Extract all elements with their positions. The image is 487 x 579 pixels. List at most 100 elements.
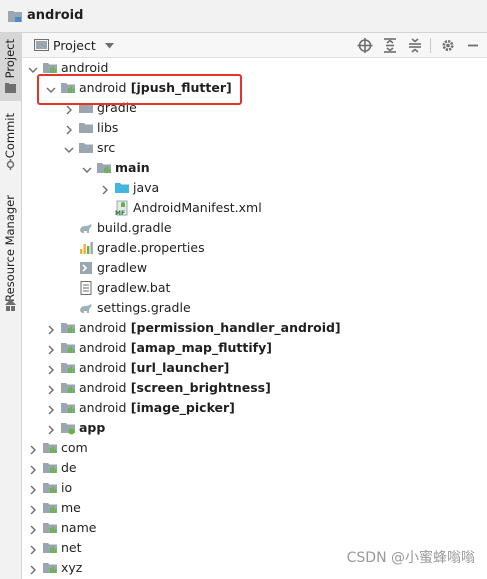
tree-row[interactable]: com bbox=[22, 438, 487, 458]
tree-row[interactable]: name bbox=[22, 518, 487, 538]
chevron-right-icon[interactable] bbox=[64, 123, 74, 135]
tree-row[interactable]: android bbox=[22, 58, 487, 78]
tab-project[interactable]: Project bbox=[0, 33, 21, 101]
chevron-right-icon[interactable] bbox=[46, 343, 56, 355]
tree-item-name: android bbox=[79, 400, 127, 415]
tree-row[interactable]: android [jpush_flutter] bbox=[22, 78, 487, 98]
tree-row[interactable]: io bbox=[22, 478, 487, 498]
tree-row[interactable]: gradle.properties bbox=[22, 238, 487, 258]
tab-commit-label: Commit bbox=[3, 113, 17, 159]
tree-row[interactable]: main bbox=[22, 158, 487, 178]
tree-item-label: build.gradle bbox=[97, 220, 172, 235]
commit-icon bbox=[6, 159, 15, 170]
tree-item-label: libs bbox=[97, 120, 118, 135]
chevron-right-icon[interactable] bbox=[46, 423, 56, 435]
tree-row[interactable]: build.gradle bbox=[22, 218, 487, 238]
project-toolbar: Project bbox=[22, 33, 487, 58]
tab-commit[interactable]: Commit bbox=[0, 111, 21, 173]
tree-item-label: gradle.properties bbox=[97, 240, 205, 255]
tree-row[interactable]: app bbox=[22, 418, 487, 438]
select-opened-file-icon[interactable] bbox=[356, 37, 374, 54]
chevron-right-icon[interactable] bbox=[28, 543, 38, 555]
tree-row[interactable]: src bbox=[22, 138, 487, 158]
tab-resource-manager[interactable]: Resource Manager bbox=[0, 193, 21, 315]
chevron-right-icon[interactable] bbox=[28, 503, 38, 515]
window-title: android bbox=[27, 8, 84, 23]
tree-item-module-suffix: [image_picker] bbox=[126, 400, 235, 415]
module-folder-icon bbox=[60, 320, 76, 336]
chevron-right-icon[interactable] bbox=[46, 363, 56, 375]
tree-item-label: me bbox=[61, 500, 81, 515]
module-folder-icon bbox=[42, 460, 58, 476]
tree-row[interactable]: android [image_picker] bbox=[22, 398, 487, 418]
module-folder-icon bbox=[42, 560, 58, 576]
tree-item-label: android bbox=[61, 60, 108, 75]
tree-item-name: io bbox=[61, 480, 73, 495]
module-folder-icon bbox=[60, 380, 76, 396]
chevron-right-icon[interactable] bbox=[100, 183, 110, 195]
chevron-right-icon[interactable] bbox=[28, 523, 38, 535]
chevron-down-icon[interactable] bbox=[82, 163, 92, 173]
tree-item-label: com bbox=[61, 440, 88, 455]
chevron-right-icon[interactable] bbox=[64, 103, 74, 115]
tree-item-label: settings.gradle bbox=[97, 300, 191, 315]
tree-item-module-suffix: [screen_brightness] bbox=[126, 380, 271, 395]
tree-item-name: com bbox=[61, 440, 88, 455]
chevron-right-icon[interactable] bbox=[46, 403, 56, 415]
script-file-icon bbox=[78, 260, 94, 276]
tree-item-label: gradle bbox=[97, 100, 137, 115]
chevron-down-icon[interactable] bbox=[105, 43, 114, 49]
tree-row[interactable]: gradlew bbox=[22, 258, 487, 278]
module-folder-icon bbox=[60, 80, 76, 96]
resource-manager-icon bbox=[5, 299, 16, 311]
tree-row[interactable]: android [amap_map_fluttify] bbox=[22, 338, 487, 358]
expand-all-icon[interactable] bbox=[381, 37, 399, 54]
tree-item-label: AndroidManifest.xml bbox=[133, 200, 262, 215]
chevron-right-icon[interactable] bbox=[28, 483, 38, 495]
manifest-file-icon: MF bbox=[114, 200, 130, 217]
tree-item-label: gradlew bbox=[97, 260, 147, 275]
tree-item-name: android bbox=[79, 360, 127, 375]
tree-item-label: main bbox=[115, 160, 150, 175]
module-folder-icon bbox=[60, 340, 76, 356]
tree-row[interactable]: java bbox=[22, 178, 487, 198]
chevron-right-icon[interactable] bbox=[28, 463, 38, 475]
folder-icon bbox=[78, 100, 94, 116]
chevron-right-icon[interactable] bbox=[46, 383, 56, 395]
chevron-right-icon[interactable] bbox=[46, 323, 56, 335]
tree-item-module-suffix: [permission_handler_android] bbox=[126, 320, 341, 335]
gradle-file-icon bbox=[78, 220, 94, 236]
chevron-right-icon[interactable] bbox=[28, 563, 38, 575]
toolbar-separator bbox=[430, 38, 431, 53]
chevron-down-icon[interactable] bbox=[28, 63, 38, 73]
project-view-selector[interactable]: Project bbox=[53, 38, 96, 53]
folder-icon bbox=[78, 120, 94, 136]
hide-panel-icon[interactable] bbox=[464, 37, 482, 54]
tab-resource-manager-label: Resource Manager bbox=[3, 195, 17, 302]
watermark: CSDN @小蜜蜂嗡嗡 bbox=[346, 550, 475, 566]
tree-row[interactable]: settings.gradle bbox=[22, 298, 487, 318]
chevron-down-icon[interactable] bbox=[64, 143, 74, 153]
tree-row[interactable]: gradle bbox=[22, 98, 487, 118]
tree-item-name: android bbox=[79, 380, 127, 395]
app-module-icon bbox=[60, 420, 76, 436]
tree-row[interactable]: gradlew.bat bbox=[22, 278, 487, 298]
module-folder-icon bbox=[96, 160, 112, 176]
source-folder-icon bbox=[114, 180, 130, 196]
collapse-all-icon[interactable] bbox=[406, 37, 424, 54]
module-folder-icon bbox=[42, 540, 58, 556]
tree-row[interactable]: MF AndroidManifest.xml bbox=[22, 198, 487, 218]
tree-row[interactable]: android [url_launcher] bbox=[22, 358, 487, 378]
tree-row[interactable]: de bbox=[22, 458, 487, 478]
tree-item-label: android [permission_handler_android] bbox=[79, 320, 341, 335]
project-tree: android android [jpush_flutter]gradle libs… bbox=[22, 58, 487, 579]
tree-row[interactable]: android [screen_brightness] bbox=[22, 378, 487, 398]
chevron-down-icon[interactable] bbox=[46, 83, 56, 93]
gear-icon[interactable] bbox=[439, 37, 457, 54]
tree-item-name: AndroidManifest.xml bbox=[133, 200, 262, 215]
tree-row[interactable]: android [permission_handler_android] bbox=[22, 318, 487, 338]
tree-row[interactable]: libs bbox=[22, 118, 487, 138]
tree-item-name: settings.gradle bbox=[97, 300, 191, 315]
chevron-right-icon[interactable] bbox=[28, 443, 38, 455]
tree-row[interactable]: me bbox=[22, 498, 487, 518]
